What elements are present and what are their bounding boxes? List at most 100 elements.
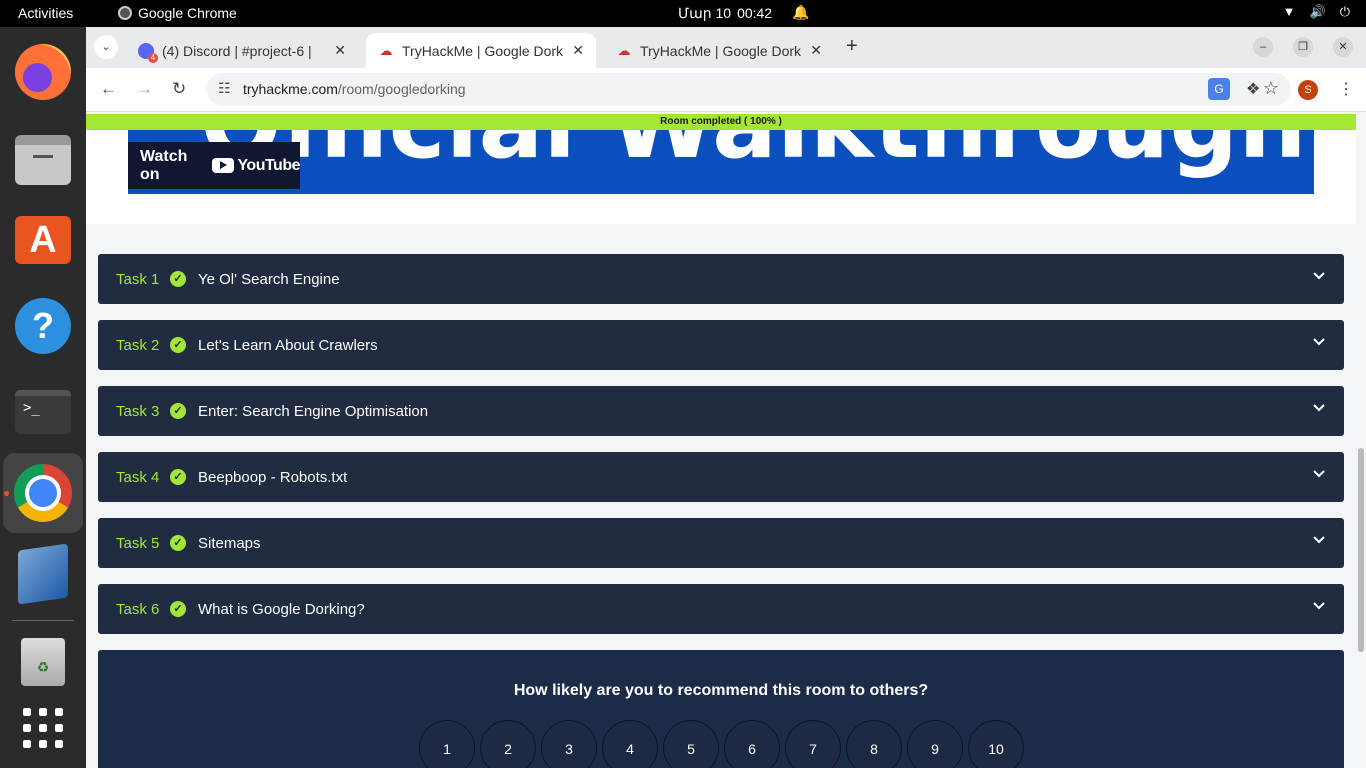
- chevron-down-icon: [1313, 272, 1325, 280]
- rating-button-1[interactable]: 1: [419, 720, 475, 768]
- tryhackme-icon: ☁: [617, 42, 631, 58]
- tab-title: (4) Discord | #project-6 |: [162, 42, 312, 59]
- firefox-icon[interactable]: [14, 43, 72, 101]
- volume-icon: 🔊: [1309, 4, 1326, 19]
- chrome-icon[interactable]: [14, 464, 72, 522]
- rating-button-6[interactable]: 6: [724, 720, 780, 768]
- tab-tryhackme[interactable]: ☁ TryHackMe | Google Dork ✕: [604, 33, 834, 68]
- browser-toolbar: ← → ↻ ☷ tryhackme.com/room/googledorking…: [86, 68, 1366, 112]
- back-icon[interactable]: ←: [100, 79, 117, 99]
- site-info-icon[interactable]: ☷: [218, 80, 231, 97]
- chevron-down-icon: [1313, 404, 1325, 412]
- app-name: Google Chrome: [138, 5, 237, 21]
- task-accordion-3[interactable]: Task 3 ✓ Enter: Search Engine Optimisati…: [98, 386, 1344, 436]
- window-close-icon[interactable]: ✕: [1333, 37, 1353, 57]
- check-circle-icon: ✓: [170, 469, 186, 485]
- task-accordion-4[interactable]: Task 4 ✓ Beepboop - Robots.txt: [98, 452, 1344, 502]
- recommend-question: How likely are you to recommend this roo…: [513, 682, 929, 699]
- chevron-down-icon: [1313, 470, 1325, 478]
- close-icon[interactable]: ✕: [810, 42, 822, 59]
- page-scrollbar[interactable]: [1356, 112, 1366, 768]
- page-content: Official Walkthrough Watch on YouTube Ro…: [86, 112, 1366, 768]
- discord-icon: [138, 42, 158, 63]
- task-title: Enter: Search Engine Optimisation: [198, 402, 429, 420]
- clock[interactable]: Մար 10 00:42: [678, 5, 772, 22]
- minimize-icon[interactable]: –: [1253, 37, 1273, 57]
- watch-on-label: Watch on: [140, 147, 188, 183]
- trash-icon[interactable]: ♻: [14, 633, 72, 691]
- rating-button-10[interactable]: 10: [968, 720, 1024, 768]
- video-embed[interactable]: Official Walkthrough: [128, 130, 1314, 194]
- url-text[interactable]: tryhackme.com/room/googledorking: [243, 81, 466, 97]
- rating-button-7[interactable]: 7: [785, 720, 841, 768]
- watch-on-youtube-button[interactable]: Watch on YouTube: [128, 142, 300, 189]
- terminal-icon[interactable]: >_: [14, 383, 72, 441]
- rating-button-8[interactable]: 8: [846, 720, 902, 768]
- task-accordion-2[interactable]: Task 2 ✓ Let's Learn About Crawlers: [98, 320, 1344, 370]
- rating-button-5[interactable]: 5: [663, 720, 719, 768]
- virtualbox-icon[interactable]: [14, 543, 72, 605]
- wifi-icon: ▼: [1282, 4, 1296, 19]
- task-label: Task 1: [116, 270, 160, 288]
- running-indicator: [4, 491, 9, 496]
- check-circle-icon: ✓: [170, 337, 186, 353]
- task-accordion-1[interactable]: Task 1 ✓ Ye Ol' Search Engine: [98, 254, 1344, 304]
- bookmark-star-icon[interactable]: ☆: [1263, 78, 1279, 99]
- rating-button-3[interactable]: 3: [541, 720, 597, 768]
- scrollbar-thumb[interactable]: [1358, 448, 1364, 652]
- activities-button[interactable]: Activities: [18, 5, 73, 21]
- tab-tryhackme-active[interactable]: ☁ TryHackMe | Google Dork ✕: [366, 33, 596, 68]
- reload-icon[interactable]: ↻: [172, 79, 186, 99]
- task-accordion-5[interactable]: Task 5 ✓ Sitemaps: [98, 518, 1344, 568]
- google-translate-icon[interactable]: G: [1208, 78, 1230, 100]
- task-label: Task 3: [116, 402, 160, 420]
- recommend-survey: How likely are you to recommend this roo…: [98, 650, 1344, 768]
- bell-icon: 🔔: [792, 4, 810, 20]
- youtube-logo: YouTube: [212, 157, 300, 175]
- tab-search-icon[interactable]: ⌄: [94, 35, 118, 59]
- address-bar[interactable]: ☷ tryhackme.com/room/googledorking ☆: [206, 73, 1291, 106]
- task-title: Sitemaps: [198, 534, 261, 552]
- task-title: Beepboop - Robots.txt: [198, 468, 348, 486]
- files-icon[interactable]: [14, 131, 72, 189]
- video-banner-text: Official Walkthrough: [200, 130, 1307, 180]
- power-icon: ⏻: [1339, 4, 1350, 19]
- task-accordion-6[interactable]: Task 6 ✓ What is Google Dorking?: [98, 584, 1344, 634]
- show-apps-icon[interactable]: [14, 699, 72, 757]
- chrome-small-icon: [118, 6, 132, 20]
- chevron-down-icon: [1313, 536, 1325, 544]
- system-tray[interactable]: ▼ 🔊 ⏻: [1283, 4, 1350, 20]
- task-title: Ye Ol' Search Engine: [198, 270, 340, 288]
- check-circle-icon: ✓: [170, 601, 186, 617]
- new-tab-button[interactable]: +: [846, 35, 858, 58]
- rating-options: 1 2 3 4 5 6 7 8 9 10: [419, 720, 1024, 768]
- tab-discord[interactable]: (4) Discord | #project-6 | ✕: [126, 33, 358, 68]
- profile-avatar[interactable]: S: [1298, 80, 1318, 100]
- rating-button-4[interactable]: 4: [602, 720, 658, 768]
- tab-title: TryHackMe | Google Dork: [402, 42, 564, 59]
- tab-title: TryHackMe | Google Dork: [640, 42, 802, 59]
- dock: A ? >_ ♻: [0, 27, 86, 768]
- close-icon[interactable]: ✕: [334, 42, 346, 59]
- youtube-play-icon: [212, 158, 235, 173]
- task-title: Let's Learn About Crawlers: [198, 336, 378, 354]
- chevron-down-icon: [1313, 602, 1325, 610]
- tab-strip: ⌄ (4) Discord | #project-6 | ✕ ☁ TryHack…: [86, 27, 1366, 68]
- tryhackme-icon: ☁: [379, 42, 393, 58]
- check-circle-icon: ✓: [170, 403, 186, 419]
- extensions-icon[interactable]: ❖: [1246, 79, 1260, 99]
- clock-time: 00:42: [737, 5, 773, 21]
- task-label: Task 6: [116, 600, 160, 618]
- check-circle-icon: ✓: [170, 535, 186, 551]
- room-progress-bar: Room completed ( 100% ): [86, 114, 1356, 130]
- app-menu[interactable]: Google Chrome: [118, 5, 237, 21]
- menu-icon[interactable]: ⋮: [1338, 79, 1354, 99]
- forward-icon[interactable]: →: [136, 79, 153, 99]
- rating-button-9[interactable]: 9: [907, 720, 963, 768]
- rating-button-2[interactable]: 2: [480, 720, 536, 768]
- app-center-icon[interactable]: A: [14, 211, 72, 269]
- help-icon[interactable]: ?: [14, 297, 72, 355]
- close-icon[interactable]: ✕: [572, 42, 584, 59]
- dock-separator: [12, 620, 74, 621]
- maximize-icon[interactable]: ❐: [1293, 37, 1313, 57]
